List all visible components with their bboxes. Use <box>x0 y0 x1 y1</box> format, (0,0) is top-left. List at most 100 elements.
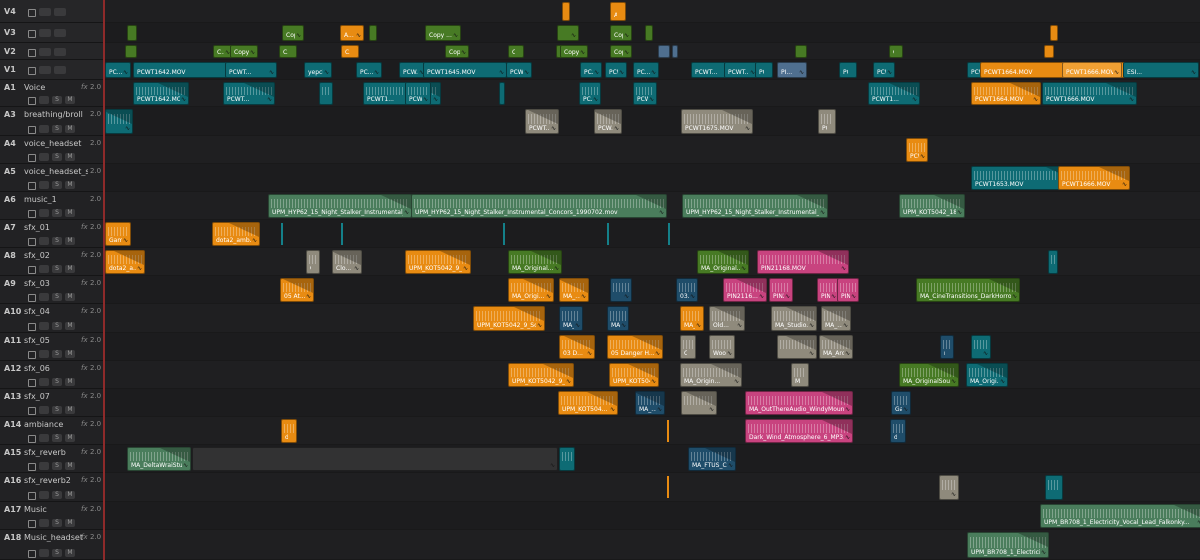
audio-clip[interactable]: MA_Origi...∿ <box>966 363 1008 387</box>
fade-handle[interactable] <box>528 110 558 124</box>
audio-clip[interactable]: PC... <box>818 109 836 134</box>
lock-icon[interactable] <box>28 182 36 190</box>
audio-clip[interactable]: MA_DeltaWraiStu...∿ <box>127 447 191 471</box>
track-name[interactable]: sfx_03 <box>24 279 88 288</box>
track-name[interactable]: sfx_07 <box>24 392 88 401</box>
fx-indicator[interactable]: fx <box>81 279 88 287</box>
audio-clip[interactable]: MA_...∿ <box>559 278 589 302</box>
audio-clip[interactable]: m... <box>940 335 954 359</box>
audio-clip[interactable] <box>499 82 505 105</box>
auto-select-icon[interactable] <box>39 491 49 499</box>
fx-indicator[interactable]: fx <box>81 364 88 372</box>
video-clip[interactable] <box>1050 25 1058 41</box>
fade-handle[interactable] <box>628 364 658 378</box>
audio-clip[interactable]: PCWT... ∿ <box>525 109 559 134</box>
audio-clip[interactable]: PCW...∿ <box>594 109 622 134</box>
track-header-v3[interactable]: V3 <box>0 23 103 43</box>
video-clip[interactable]: PC...∿ <box>633 62 659 78</box>
mute-button[interactable]: M <box>65 125 75 133</box>
audio-clip[interactable]: MA... <box>791 363 809 387</box>
auto-select-icon[interactable] <box>39 265 49 273</box>
video-clip[interactable]: Copy ...∿ <box>230 45 258 58</box>
auto-select-icon[interactable] <box>39 322 49 330</box>
video-clip[interactable]: C... <box>1044 45 1054 58</box>
solo-button[interactable]: S <box>52 434 62 442</box>
audio-clip[interactable]: UPM_KOT5042_18...∿ <box>899 194 965 218</box>
solo-button[interactable]: S <box>52 125 62 133</box>
fx-indicator[interactable]: fx <box>81 83 88 91</box>
video-clip[interactable]: Copy ...∿ <box>445 45 469 58</box>
fade-handle[interactable] <box>822 336 852 350</box>
mute-button[interactable]: M <box>65 209 75 217</box>
audio-clip[interactable]: MA_Original... ∿ <box>508 250 562 274</box>
audio-clip[interactable]: MA_Original... ∿ <box>697 250 749 274</box>
audio-clip[interactable]: Dark_Wind_Atmosphere_6_MP3.m...∿ <box>745 419 853 443</box>
audio-clip[interactable]: do... <box>281 419 297 443</box>
audio-clip[interactable]: PCWT1642.MOV∿ <box>133 82 189 105</box>
lock-icon[interactable] <box>28 48 36 57</box>
audio-clip[interactable]: PIN21168.MOV ∿ <box>757 250 849 274</box>
solo-button[interactable]: S <box>52 265 62 273</box>
track-lane-a16[interactable] <box>105 473 1200 502</box>
fx-indicator[interactable]: fx <box>81 251 88 259</box>
mute-button[interactable]: M <box>65 153 75 161</box>
track-lane-a17[interactable] <box>105 502 1200 530</box>
fade-handle[interactable] <box>711 364 741 378</box>
video-clip[interactable] <box>369 25 377 41</box>
audio-clip[interactable]: MA_Origi...∿ <box>508 278 554 302</box>
video-clip[interactable]: PCW...∿ <box>605 62 627 78</box>
video-clip[interactable] <box>562 2 570 21</box>
track-name[interactable]: sfx_05 <box>24 336 88 345</box>
audio-clip[interactable]: Wood...∿ <box>709 335 735 359</box>
audio-clip[interactable]: PCW...∿ <box>405 82 431 105</box>
video-clip[interactable]: PCWT1... <box>755 62 773 78</box>
fade-handle[interactable] <box>797 195 827 209</box>
fade-handle[interactable] <box>977 364 1007 378</box>
video-clip[interactable]: PI... ∿ <box>777 62 807 78</box>
solo-button[interactable]: S <box>52 378 62 386</box>
audio-clip[interactable]: MA_CineTransitions_DarkHorror... ∿ <box>916 278 1020 302</box>
fade-handle[interactable] <box>928 364 958 378</box>
enable-track-icon[interactable] <box>54 29 66 37</box>
track-header-a5[interactable]: A5 voice_headset_s...2.0 SM <box>0 164 103 192</box>
video-clip[interactable]: PCW... <box>839 62 857 78</box>
fade-handle[interactable] <box>229 223 259 237</box>
auto-select-icon[interactable] <box>39 29 51 37</box>
auto-select-icon[interactable] <box>39 406 49 414</box>
solo-button[interactable]: S <box>52 153 62 161</box>
fade-handle[interactable] <box>822 307 850 321</box>
fade-handle[interactable] <box>587 392 617 406</box>
lock-icon[interactable] <box>28 210 36 218</box>
track-header-v4[interactable]: V4 <box>0 0 103 23</box>
fade-handle[interactable] <box>1106 83 1136 97</box>
fx-indicator[interactable]: fx <box>81 336 88 344</box>
fade-handle[interactable] <box>989 279 1019 293</box>
track-name[interactable]: breathing/broll <box>24 110 88 119</box>
solo-button[interactable]: S <box>52 237 62 245</box>
track-header-a18[interactable]: A18 Music_headset fx 2.0 S M <box>0 530 103 560</box>
video-clip[interactable]: ESI... ∿ <box>1123 62 1199 78</box>
solo-button[interactable]: S <box>52 549 62 557</box>
enable-track-icon[interactable] <box>54 66 66 74</box>
lock-icon[interactable] <box>28 238 36 246</box>
video-clip[interactable] <box>645 25 653 41</box>
fade-handle[interactable] <box>543 364 573 378</box>
video-clip[interactable]: C... <box>889 45 903 58</box>
audio-clip[interactable]: PCWT1... ∿ <box>868 82 920 105</box>
video-clip[interactable]: Copy ...∿ <box>425 25 461 41</box>
audio-clip[interactable]: PC...∿ <box>579 82 601 105</box>
track-name[interactable]: music_1 <box>24 195 88 204</box>
audio-clip[interactable]: ∿ <box>939 475 959 500</box>
lock-icon[interactable] <box>28 154 36 162</box>
auto-select-icon[interactable] <box>39 237 49 245</box>
fade-handle[interactable] <box>636 392 664 406</box>
track-header-a12[interactable]: A12 sfx_06 fx 2.0 S M <box>0 361 103 389</box>
lock-icon[interactable] <box>28 351 36 359</box>
track-name[interactable]: Music <box>24 505 88 514</box>
track-header-a17[interactable]: A17 Music fx 2.0 S M <box>0 502 103 530</box>
fade-handle[interactable] <box>381 195 411 209</box>
auto-select-icon[interactable] <box>39 47 51 56</box>
auto-select-icon[interactable] <box>39 181 49 189</box>
track-header-a13[interactable]: A13 sfx_07 fx 2.0 S M <box>0 389 103 417</box>
video-clip[interactable]: Copy ...∿ <box>560 45 588 58</box>
